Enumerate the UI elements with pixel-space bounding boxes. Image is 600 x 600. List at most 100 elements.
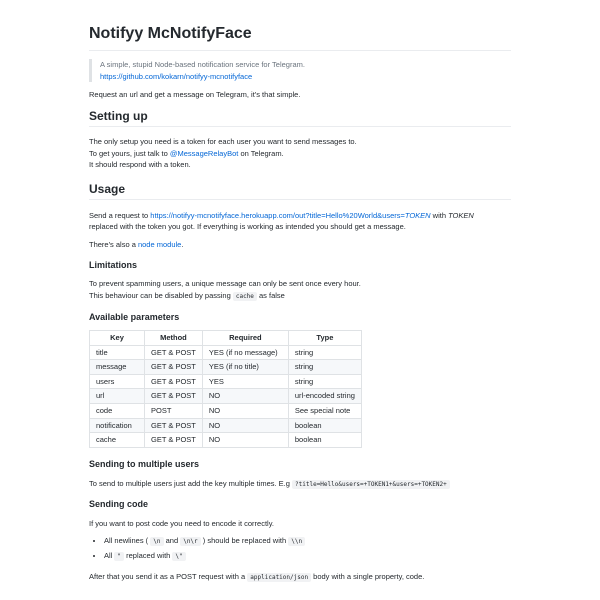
encoding-rules-list: All newlines ( \n and \n\r ) should be r…	[89, 534, 511, 564]
table-cell: string	[287, 359, 362, 375]
table-cell: See special note	[287, 402, 362, 419]
cache-code: cache	[232, 291, 257, 301]
sending-code-heading: Sending code	[89, 499, 149, 509]
table-cell: title	[89, 344, 145, 361]
table-cell: GET & POST	[144, 417, 203, 434]
table-cell: cache	[89, 432, 145, 448]
setup-line-2-post: on Telegram.	[238, 148, 284, 158]
limitations-line-2-pre: This behaviour can be disabled by passin…	[89, 290, 233, 300]
token-emphasis: TOKEN	[448, 210, 474, 220]
table-cell: YES (if no title)	[201, 359, 289, 375]
escaped-newline-code: \\n	[288, 537, 306, 547]
table-cell: boolean	[287, 432, 362, 448]
rule-2-mid: replaced with	[124, 551, 173, 561]
table-cell: code	[89, 402, 145, 419]
table-header-row: Key Method Required Type	[89, 330, 362, 346]
sending-code-paragraph: If you want to post code you need to enc…	[89, 519, 274, 528]
post-request-post: body with a single property, code.	[311, 572, 425, 582]
crlf-code: \n\r	[180, 537, 201, 547]
table-row: users GET & POST YES string	[89, 373, 362, 390]
column-header-method: Method	[144, 330, 203, 346]
readme-page: Notifyy McNotifyFace A simple, stupid No…	[0, 0, 600, 600]
setup-line-3: It should respond with a token.	[89, 160, 191, 170]
table-row: url GET & POST NO url-encoded string	[89, 388, 362, 404]
table-cell: url-encoded string	[287, 388, 362, 404]
table-cell: users	[89, 373, 145, 390]
description-blockquote: A simple, stupid Node-based notification…	[89, 59, 511, 82]
table-cell: NO	[201, 402, 289, 419]
table-cell: GET & POST	[144, 432, 203, 448]
table-cell: YES	[201, 373, 289, 390]
column-header-type: Type	[287, 330, 362, 346]
limitations-paragraph: To prevent spamming users, a unique mess…	[89, 278, 511, 302]
table-row: message GET & POST YES (if no title) str…	[89, 359, 362, 375]
table-cell: GET & POST	[144, 359, 203, 375]
multiple-users-text: To send to multiple users just add the k…	[89, 478, 293, 488]
column-header-key: Key	[89, 330, 145, 346]
table-cell: NO	[201, 388, 289, 404]
limitations-line-2-post: as false	[256, 290, 285, 300]
table-cell: NO	[201, 432, 289, 448]
table-cell: notification	[89, 417, 145, 434]
multiple-users-heading: Sending to multiple users	[89, 458, 200, 469]
quote-code: "	[114, 552, 125, 562]
usage-text-mid: with	[430, 210, 449, 220]
repo-link[interactable]: https://github.com/kokarn/notifyy-mcnoti…	[100, 71, 511, 83]
setup-paragraph: The only setup you need is a token for e…	[89, 136, 511, 171]
table-cell: YES (if no message)	[201, 344, 289, 361]
description-text: A simple, stupid Node-based notification…	[100, 60, 305, 69]
parameters-heading: Available parameters	[89, 312, 180, 322]
table-cell: string	[287, 344, 362, 361]
multiple-users-paragraph: To send to multiple users just add the k…	[89, 478, 511, 489]
list-item: All newlines ( \n and \n\r ) should be r…	[104, 534, 511, 549]
usage-url-link[interactable]: https://notifyy-mcnotifyface.herokuapp.c…	[150, 211, 430, 220]
node-module-pre: There's also a	[89, 239, 138, 249]
node-module-paragraph: There's also a node module.	[89, 239, 511, 250]
message-relay-bot-link[interactable]: @MessageRelayBot	[170, 149, 238, 158]
intro-text: Request an url and get a message on Tele…	[89, 90, 301, 99]
table-cell: string	[287, 373, 362, 390]
table-cell: GET & POST	[144, 373, 203, 390]
table-cell: NO	[201, 417, 289, 434]
table-cell: url	[89, 388, 145, 404]
usage-text-pre: Send a request to	[89, 210, 151, 220]
setup-line-1: The only setup you need is a token for e…	[89, 137, 357, 147]
rule-1-mid-2: ) should be replaced with	[200, 536, 289, 546]
setup-heading: Setting up	[89, 108, 511, 128]
rule-2-pre: All	[104, 551, 115, 561]
usage-paragraph: Send a request to https://notifyy-mcnoti…	[89, 210, 511, 233]
readme-content: Notifyy McNotifyFace A simple, stupid No…	[89, 22, 511, 583]
table-row: title GET & POST YES (if no message) str…	[89, 344, 362, 361]
setup-line-2-pre: To get yours, just talk to	[89, 148, 170, 158]
usage-line-2: replaced with the token you got. If ever…	[89, 222, 406, 232]
post-request-paragraph: After that you send it as a POST request…	[89, 571, 511, 583]
setup-line-2: To get yours, just talk to @MessageRelay…	[89, 148, 511, 160]
table-row: cache GET & POST NO boolean	[89, 432, 362, 448]
table-row: code POST NO See special note	[89, 402, 362, 419]
page-title: Notifyy McNotifyFace	[89, 22, 511, 51]
usage-url-token: TOKEN	[404, 210, 431, 220]
escaped-quote-code: \"	[172, 552, 186, 562]
table-row: notification GET & POST NO boolean	[89, 417, 362, 434]
table-cell: POST	[144, 402, 203, 419]
table-cell: boolean	[287, 417, 362, 434]
newline-code: \n	[150, 537, 164, 547]
limitations-heading: Limitations	[89, 260, 138, 270]
table-cell: message	[89, 359, 145, 375]
rule-1-pre: All newlines (	[104, 536, 151, 546]
table-cell: GET & POST	[144, 388, 203, 404]
rule-1-mid: and	[163, 536, 181, 546]
content-type-code: application/json	[247, 573, 312, 583]
limitations-line-2: This behaviour can be disabled by passin…	[89, 290, 511, 303]
usage-url-text: https://notifyy-mcnotifyface.herokuapp.c…	[150, 210, 405, 220]
column-header-required: Required	[201, 330, 289, 346]
parameters-table: Key Method Required Type title GET & POS…	[89, 330, 362, 448]
table-cell: GET & POST	[144, 344, 203, 361]
node-module-post: .	[181, 239, 184, 249]
usage-heading: Usage	[89, 181, 511, 200]
node-module-link[interactable]: node module	[138, 240, 181, 249]
limitations-line-1: To prevent spamming users, a unique mess…	[89, 279, 361, 288]
multiple-users-code: ?title=Hello&users=+TOKEN1+&users=+TOKEN…	[292, 479, 450, 489]
post-request-pre: After that you send it as a POST request…	[89, 572, 248, 582]
list-item: All " replaced with \"	[104, 549, 511, 564]
